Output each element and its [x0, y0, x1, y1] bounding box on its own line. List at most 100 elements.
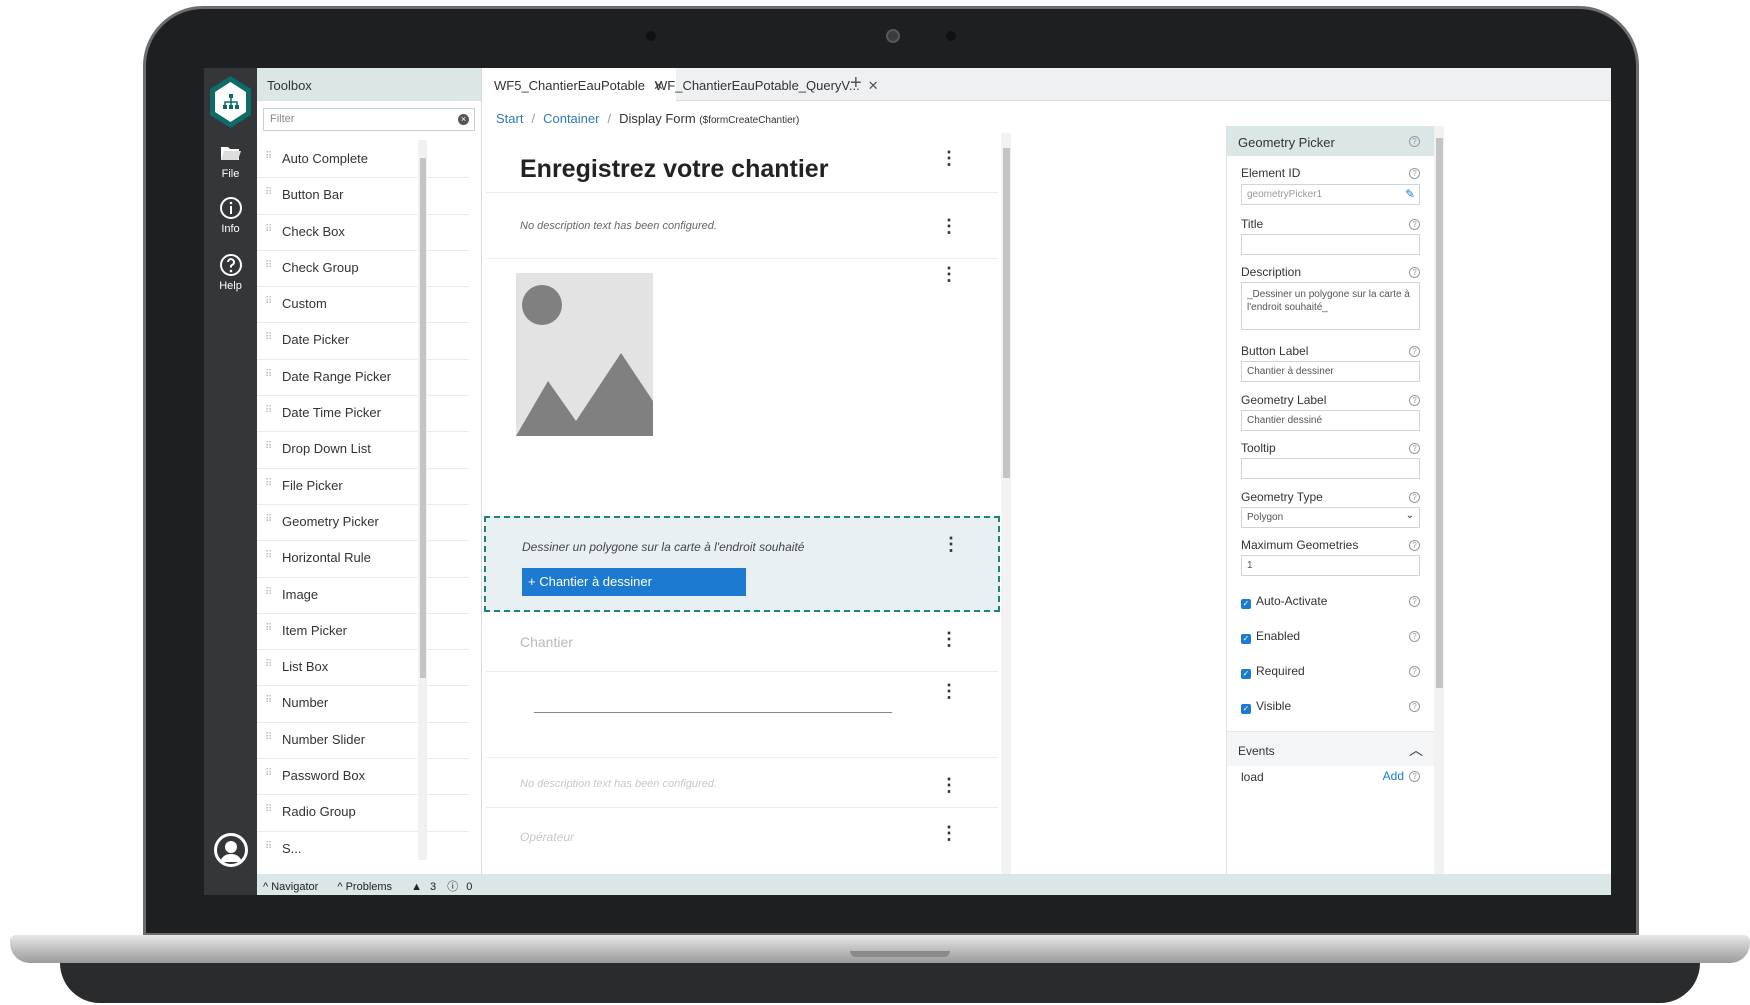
operateur-row[interactable]: Opérateur ⋮ [486, 808, 998, 874]
help-icon[interactable]: ? [1409, 771, 1420, 782]
pencil-icon[interactable]: ✎ [1405, 187, 1415, 201]
geometry-draw-button[interactable]: + Chantier à dessiner [522, 568, 746, 596]
element-id-field[interactable]: geometryPicker1 ✎ [1241, 184, 1420, 205]
help-icon[interactable]: ? [1409, 267, 1420, 278]
checkbox-checked-icon[interactable]: ✓ [1241, 599, 1251, 609]
breadcrumb-current: Display Form [619, 111, 696, 126]
chantier-row[interactable]: Chantier ⋮ [486, 614, 998, 672]
help-icon[interactable]: ? [1409, 540, 1420, 551]
problems-toggle[interactable]: ^ Problems [337, 881, 400, 893]
max-geometries-field[interactable]: 1 [1241, 555, 1420, 576]
auto-activate-checkbox[interactable]: ✓ Auto-Activate [1241, 594, 1327, 609]
toolbox-item[interactable]: Number [257, 686, 469, 723]
help-icon[interactable]: ? [1409, 219, 1420, 230]
toolbox-item[interactable]: Button Bar [257, 178, 469, 215]
help-icon[interactable]: ? [1409, 346, 1420, 357]
toolbox-item[interactable]: Image [257, 578, 469, 614]
toolbox-item[interactable]: Item Picker [257, 614, 469, 651]
more-icon[interactable]: ⋮ [940, 149, 958, 167]
checkbox-checked-icon[interactable]: ✓ [1241, 704, 1251, 714]
tooltip-field[interactable] [1241, 458, 1420, 479]
help-icon[interactable]: ? [1409, 136, 1420, 147]
required-checkbox[interactable]: ✓ Required [1241, 664, 1305, 679]
enabled-checkbox[interactable]: ✓ Enabled [1241, 629, 1300, 644]
checkbox-checked-icon[interactable]: ✓ [1241, 634, 1251, 644]
tooltip-label: Tooltip [1241, 441, 1276, 455]
toolbox-item[interactable]: File Picker [257, 469, 469, 505]
add-event-link[interactable]: Add [1383, 769, 1404, 783]
visible-checkbox[interactable]: ✓ Visible [1241, 699, 1291, 714]
add-tab-button[interactable]: + [838, 68, 874, 101]
button-label-label: Button Label [1241, 344, 1309, 358]
file-button[interactable]: File [204, 141, 257, 180]
help-button[interactable]: Help [204, 253, 257, 292]
user-avatar-icon[interactable] [214, 833, 248, 867]
geometry-picker-selected[interactable]: Dessiner un polygone sur la carte à l'en… [484, 516, 1000, 612]
help-icon[interactable]: ? [1409, 701, 1420, 712]
toolbox-filter-input[interactable]: Filter × [263, 108, 475, 131]
toolbox-item[interactable]: Check Box [257, 215, 469, 251]
horizontal-rule [534, 712, 892, 713]
chantier-label: Chantier [520, 634, 573, 650]
more-icon[interactable]: ⋮ [940, 824, 958, 842]
toolbox-item[interactable]: S... [257, 832, 469, 862]
description-field[interactable]: _Dessiner un polygone sur la carte à l'e… [1241, 282, 1420, 330]
toolbox-item[interactable]: Password Box [257, 759, 469, 796]
info-label: Info [221, 223, 240, 235]
geometry-type-select[interactable]: Polygon ⌄ [1241, 507, 1420, 528]
chevron-up-icon[interactable]: ︿ [1409, 740, 1423, 760]
help-icon[interactable]: ? [1409, 395, 1420, 406]
toolbox-item[interactable]: Number Slider [257, 723, 469, 760]
toolbox-item[interactable]: Horizontal Rule [257, 541, 469, 578]
help-icon[interactable]: ? [1409, 492, 1420, 503]
toolbox-scroll-thumb[interactable] [420, 158, 426, 678]
image-placeholder-icon [516, 273, 653, 436]
form-canvas: Enregistrez votre chantier ⋮ No descript… [482, 133, 1000, 874]
breadcrumb-start[interactable]: Start [496, 111, 523, 126]
button-label-field[interactable]: Chantier à dessiner [1241, 361, 1420, 382]
toolbox-item[interactable]: Geometry Picker [257, 505, 469, 542]
toolbox-item[interactable]: Custom [257, 287, 469, 324]
max-geometries-label: Maximum Geometries [1241, 538, 1359, 552]
toolbox-item[interactable]: Date Picker [257, 323, 469, 360]
form-description-row[interactable]: No description text has been configured.… [486, 193, 998, 259]
help-icon[interactable]: ? [1409, 168, 1420, 179]
more-icon[interactable]: ⋮ [940, 776, 958, 794]
toolbox-item[interactable]: Drop Down List [257, 432, 469, 469]
more-icon[interactable]: ⋮ [940, 265, 958, 283]
checkbox-checked-icon[interactable]: ✓ [1241, 669, 1251, 679]
geometry-label-field[interactable]: Chantier dessiné [1241, 410, 1420, 431]
rule-row[interactable]: ⋮ [486, 672, 998, 758]
description-text: No description text has been configured. [520, 220, 717, 232]
help-icon[interactable]: ? [1409, 443, 1420, 454]
faded-description-row[interactable]: No description text has been configured.… [486, 758, 998, 808]
toolbox-item[interactable]: Auto Complete [257, 142, 469, 179]
toolbox-item[interactable]: Check Group [257, 251, 469, 288]
toolbox-item[interactable]: Date Time Picker [257, 396, 469, 433]
clear-icon[interactable]: × [458, 114, 469, 125]
help-icon[interactable]: ? [1409, 596, 1420, 607]
app-logo-icon[interactable] [210, 76, 251, 128]
properties-header: Geometry Picker ? [1227, 126, 1434, 156]
more-icon[interactable]: ⋮ [942, 535, 960, 553]
toolbox-item[interactable]: Date Range Picker [257, 360, 469, 397]
info-button[interactable]: Info [204, 196, 257, 235]
info-count: 0 [466, 881, 473, 893]
geometry-label-label: Geometry Label [1241, 393, 1327, 407]
more-icon[interactable]: ⋮ [940, 217, 958, 235]
help-icon[interactable]: ? [1409, 666, 1420, 677]
events-section-header[interactable]: Events ︿ [1227, 731, 1434, 766]
title-field[interactable] [1241, 234, 1420, 255]
canvas-scroll-thumb[interactable] [1003, 148, 1010, 478]
more-icon[interactable]: ⋮ [940, 682, 958, 700]
geometry-type-label: Geometry Type [1241, 490, 1323, 504]
help-icon [219, 254, 242, 276]
navigator-toggle[interactable]: ^ Navigator [263, 881, 326, 893]
properties-scroll-thumb[interactable] [1436, 138, 1443, 688]
form-title-row[interactable]: Enregistrez votre chantier ⋮ [486, 133, 998, 193]
more-icon[interactable]: ⋮ [940, 630, 958, 648]
help-icon[interactable]: ? [1409, 631, 1420, 642]
toolbox-item[interactable]: Radio Group [257, 795, 469, 832]
breadcrumb-container[interactable]: Container [543, 111, 599, 126]
toolbox-item[interactable]: List Box [257, 650, 469, 687]
